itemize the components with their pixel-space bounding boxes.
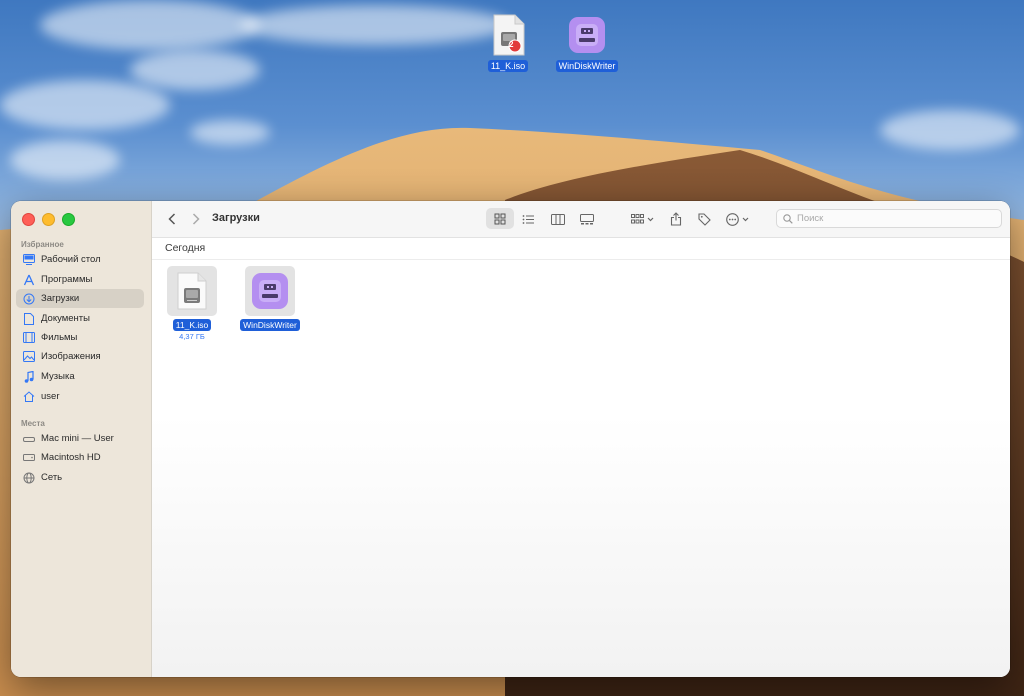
- more-actions-button[interactable]: [722, 209, 752, 229]
- search-placeholder: Поиск: [797, 213, 824, 224]
- sidebar-item-home[interactable]: user: [16, 387, 144, 406]
- applications-icon: [22, 273, 35, 286]
- sidebar: Избранное Рабочий стол Программы Загрузк…: [11, 201, 152, 677]
- search-icon: [783, 213, 793, 224]
- group-button[interactable]: [628, 209, 656, 229]
- view-gallery-button[interactable]: [577, 209, 597, 229]
- disk-icon: [22, 451, 35, 464]
- windiskwriter-app-icon: [252, 273, 288, 309]
- list-icon: [522, 214, 534, 224]
- home-icon: [22, 390, 35, 403]
- desktop-icon-windiskwriter[interactable]: WinDiskWriter: [547, 16, 627, 72]
- group-icon: [630, 214, 644, 224]
- desktop-icon-label: 11_K.iso: [487, 60, 529, 72]
- file-size: 4,37 ГБ: [179, 332, 205, 341]
- file-item-iso[interactable]: 11_K.iso 4,37 ГБ: [152, 266, 232, 341]
- sidebar-item-network[interactable]: Сеть: [16, 468, 144, 487]
- ellipsis-circle-icon: [725, 212, 739, 226]
- back-button[interactable]: [164, 209, 180, 229]
- sidebar-item-label: Macintosh HD: [41, 452, 101, 463]
- sidebar-item-disk[interactable]: Macintosh HD: [16, 448, 144, 467]
- locations-header: Места: [21, 419, 45, 428]
- share-button[interactable]: [666, 209, 686, 229]
- desktop-icon-label: WinDiskWriter: [555, 60, 619, 72]
- toolbar: Загрузки Поиск: [152, 201, 1010, 238]
- tag-icon: [697, 212, 711, 226]
- documents-icon: [22, 312, 35, 325]
- desktop: 2 11_K.iso WinDiskWriter Избранное Рабоч…: [0, 0, 1024, 696]
- movies-icon: [22, 331, 35, 344]
- chevron-right-icon: [192, 213, 200, 225]
- sidebar-item-label: Изображения: [41, 351, 101, 362]
- desktop-icon: [22, 253, 35, 266]
- iso-file-icon: [493, 14, 525, 56]
- view-columns-button[interactable]: [548, 209, 568, 229]
- sidebar-item-label: Рабочий стол: [41, 254, 101, 265]
- sidebar-item-label: Mac mini — User: [41, 433, 114, 444]
- file-thumbnail: [167, 266, 217, 316]
- network-icon: [22, 471, 35, 484]
- tag-button[interactable]: [694, 209, 714, 229]
- windiskwriter-app-icon: [569, 17, 605, 53]
- sidebar-item-label: Документы: [41, 313, 90, 324]
- sidebar-item-label: user: [41, 391, 60, 402]
- group-title: Сегодня: [165, 242, 206, 254]
- file-thumbnail: [245, 266, 295, 316]
- sidebar-item-label: Сеть: [41, 472, 63, 483]
- computer-icon: [22, 432, 35, 445]
- desktop-icon-iso[interactable]: 2 11_K.iso: [468, 14, 548, 72]
- share-icon: [670, 212, 682, 226]
- favorites-header: Избранное: [21, 240, 64, 249]
- window-controls: [22, 213, 75, 226]
- music-icon: [22, 370, 35, 383]
- iso-file-icon: [177, 272, 207, 310]
- sidebar-item-label: Программы: [41, 274, 93, 285]
- minimize-button[interactable]: [42, 213, 55, 226]
- file-item-windiskwriter[interactable]: WinDiskWriter: [230, 266, 310, 331]
- search-field[interactable]: Поиск: [776, 209, 1002, 228]
- notification-badge: 2: [509, 40, 514, 49]
- sidebar-item-music[interactable]: Музыка: [16, 367, 144, 386]
- file-name: WinDiskWriter: [240, 319, 300, 331]
- sidebar-item-computer[interactable]: Mac mini — User: [16, 429, 144, 448]
- downloads-icon: [22, 292, 35, 305]
- gallery-icon: [580, 213, 594, 224]
- file-name: 11_K.iso: [172, 319, 212, 331]
- sidebar-item-downloads[interactable]: Загрузки: [16, 289, 144, 308]
- forward-button[interactable]: [188, 209, 204, 229]
- sidebar-item-pictures[interactable]: Изображения: [16, 347, 144, 366]
- sidebar-item-documents[interactable]: Документы: [16, 309, 144, 328]
- window-title: Загрузки: [212, 212, 260, 224]
- chevron-down-icon: [742, 217, 748, 221]
- sidebar-item-movies[interactable]: Фильмы: [16, 328, 144, 347]
- group-header: Сегодня: [152, 237, 1010, 260]
- pictures-icon: [22, 350, 35, 363]
- view-list-button[interactable]: [518, 209, 538, 229]
- content-area: Загрузки Поиск Сегодня 11_K.iso 4,37 ГБ …: [152, 201, 1010, 677]
- finder-window: Избранное Рабочий стол Программы Загрузк…: [11, 201, 1010, 677]
- sidebar-item-label: Загрузки: [41, 293, 80, 304]
- sidebar-item-desktop[interactable]: Рабочий стол: [16, 250, 144, 269]
- close-button[interactable]: [22, 213, 35, 226]
- chevron-down-icon: [647, 217, 653, 221]
- sidebar-item-label: Фильмы: [41, 332, 78, 343]
- grid-icon: [494, 213, 506, 225]
- chevron-left-icon: [168, 213, 176, 225]
- view-icons-button[interactable]: [490, 209, 510, 229]
- sidebar-item-label: Музыка: [41, 371, 75, 382]
- sidebar-item-applications[interactable]: Программы: [16, 270, 144, 289]
- columns-icon: [551, 213, 565, 225]
- zoom-button[interactable]: [62, 213, 75, 226]
